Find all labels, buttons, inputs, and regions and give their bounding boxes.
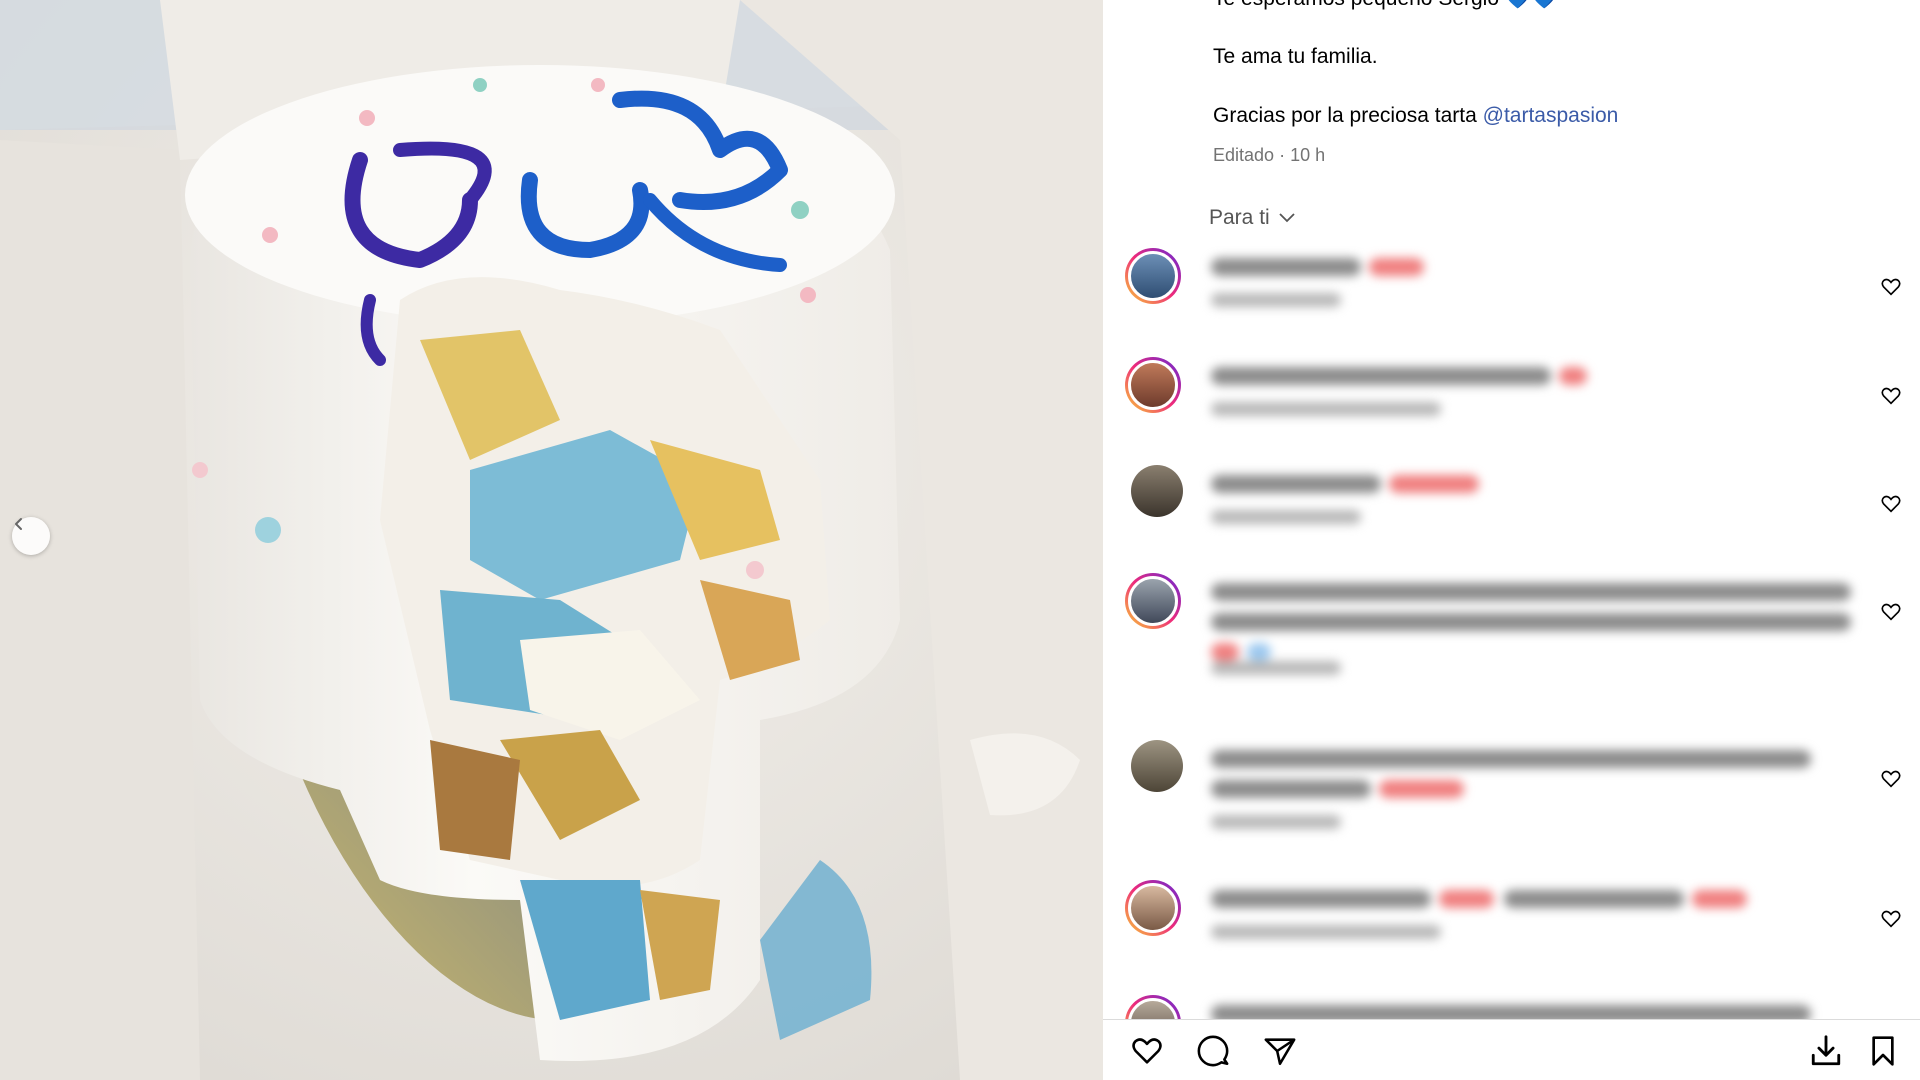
comment-text-blurred — [1211, 750, 1850, 841]
caption-text: Gracias por la preciosa tarta — [1213, 104, 1483, 127]
like-button[interactable] — [1127, 1031, 1167, 1071]
avatar[interactable] — [1125, 880, 1181, 936]
heart-icon[interactable] — [1880, 908, 1902, 930]
chevron-down-icon — [1279, 213, 1295, 223]
caption-line: Te ama tu familia. — [1213, 45, 1378, 68]
edited-label: Editado — [1213, 145, 1275, 165]
post-media[interactable] — [0, 0, 1103, 1080]
share-button[interactable] — [1260, 1031, 1300, 1071]
mention-link[interactable]: @tartaspasion — [1483, 104, 1619, 127]
heart-icon[interactable] — [1880, 493, 1902, 515]
post-actions-bar — [1103, 1019, 1920, 1080]
avatar[interactable] — [1125, 995, 1181, 1020]
comment-text-blurred — [1211, 583, 1851, 687]
filter-label: Para ti — [1209, 206, 1270, 229]
caption-line: Gracias por la preciosa tarta @tartaspas… — [1213, 105, 1618, 126]
heart-icon — [1132, 1038, 1162, 1064]
heart-icon[interactable] — [1880, 768, 1902, 790]
avatar[interactable] — [1125, 357, 1181, 413]
cake-photo — [0, 0, 1103, 1080]
heart-icon[interactable] — [1880, 385, 1902, 407]
download-button[interactable] — [1806, 1031, 1846, 1071]
bookmark-icon — [1872, 1036, 1894, 1066]
previous-image-button[interactable] — [12, 517, 50, 555]
avatar[interactable] — [1131, 465, 1183, 517]
heart-icon[interactable] — [1880, 601, 1902, 623]
comment-bubble-icon — [1197, 1035, 1229, 1067]
comment-button[interactable] — [1193, 1031, 1233, 1071]
comment-text-blurred — [1211, 258, 1850, 319]
avatar[interactable] — [1125, 248, 1181, 304]
avatar[interactable] — [1125, 573, 1181, 629]
post-meta: Editado · 10 h — [1213, 145, 1325, 166]
comment-text-blurred — [1211, 1005, 1850, 1020]
comment-text-blurred — [1211, 367, 1850, 428]
save-button[interactable] — [1863, 1031, 1903, 1071]
comment-text-blurred — [1211, 890, 1850, 951]
post-time[interactable]: 10 h — [1290, 145, 1325, 165]
heart-icon[interactable] — [1880, 276, 1902, 298]
post-sidebar: Te esperamos pequeño Sergio 💙💙 Te ama tu… — [1103, 0, 1920, 1080]
caption-line: Te esperamos pequeño Sergio 💙💙 — [1213, 0, 1557, 9]
chevron-left-icon — [15, 518, 22, 530]
comments-list[interactable] — [1103, 240, 1920, 1020]
meta-separator: · — [1274, 145, 1291, 165]
download-icon — [1811, 1035, 1841, 1066]
avatar[interactable] — [1131, 740, 1183, 792]
comments-filter-dropdown[interactable]: Para ti — [1209, 206, 1296, 230]
send-icon — [1264, 1038, 1296, 1066]
comment-text-blurred — [1211, 475, 1850, 536]
